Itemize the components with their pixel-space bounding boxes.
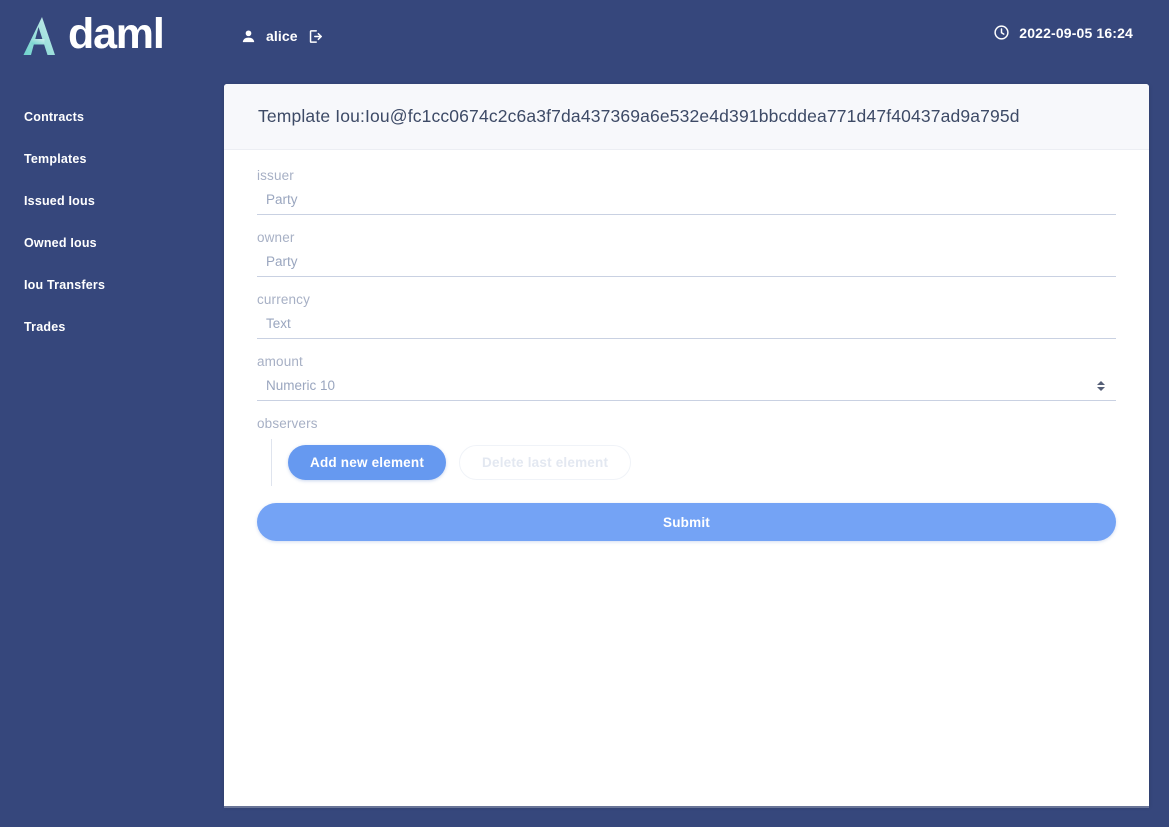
field-label-currency: currency — [257, 292, 310, 307]
template-card: Template Iou:Iou@fc1cc0674c2c6a3f7da4373… — [224, 84, 1149, 806]
currency-input[interactable] — [257, 315, 1116, 339]
field-label-amount: amount — [257, 354, 303, 369]
delete-last-element-button: Delete last element — [459, 445, 632, 480]
user-name: alice — [266, 28, 298, 44]
field-label-issuer: issuer — [257, 168, 294, 183]
app-root: daml alice 2022-09-05 16:24 Contracts Te… — [0, 0, 1169, 827]
card-bottom-edge — [224, 806, 1149, 808]
sidebar-item-contracts[interactable]: Contracts — [24, 96, 224, 138]
brand-logo[interactable]: daml — [0, 9, 224, 58]
sign-out-icon[interactable] — [307, 28, 324, 45]
user-block: alice — [240, 28, 324, 45]
stepper-down-icon[interactable] — [1097, 387, 1105, 391]
field-observers: observers Add new element Delete last el… — [257, 416, 1116, 486]
top-bar: daml alice 2022-09-05 16:24 — [0, 0, 1169, 72]
submit-button[interactable]: Submit — [257, 503, 1116, 541]
sidebar-item-iou-transfers[interactable]: Iou Transfers — [24, 264, 224, 306]
page-title: Template Iou:Iou@fc1cc0674c2c6a3f7da4373… — [258, 106, 1020, 126]
field-amount: amount — [257, 354, 1116, 401]
add-new-element-button[interactable]: Add new element — [288, 445, 447, 480]
current-datetime: 2022-09-05 16:24 — [1019, 24, 1133, 41]
stepper-up-icon[interactable] — [1097, 381, 1105, 385]
sidebar: Contracts Templates Issued Ious Owned Io… — [0, 96, 224, 348]
daml-a-logo-icon — [23, 17, 55, 55]
amount-stepper[interactable] — [1094, 375, 1108, 397]
sidebar-item-owned-ious[interactable]: Owned Ious — [24, 222, 224, 264]
sidebar-item-templates[interactable]: Templates — [24, 138, 224, 180]
amount-input-wrapper — [257, 377, 1116, 401]
issuer-input[interactable] — [257, 191, 1116, 215]
field-issuer: issuer — [257, 168, 1116, 215]
clock-icon — [993, 24, 1010, 41]
field-label-observers: observers — [257, 416, 318, 431]
brand-name: daml — [68, 9, 165, 58]
create-contract-form: issuer owner currency amount — [224, 150, 1149, 541]
sidebar-item-trades[interactable]: Trades — [24, 306, 224, 348]
observers-list-controls: Add new element Delete last element — [271, 439, 1116, 486]
sidebar-item-issued-ious[interactable]: Issued Ious — [24, 180, 224, 222]
clock-block: 2022-09-05 16:24 — [993, 24, 1133, 41]
amount-input[interactable] — [257, 377, 1116, 401]
owner-input[interactable] — [257, 253, 1116, 277]
field-currency: currency — [257, 292, 1116, 339]
field-owner: owner — [257, 230, 1116, 277]
field-label-owner: owner — [257, 230, 295, 245]
card-header: Template Iou:Iou@fc1cc0674c2c6a3f7da4373… — [224, 84, 1149, 150]
person-icon — [240, 28, 257, 45]
